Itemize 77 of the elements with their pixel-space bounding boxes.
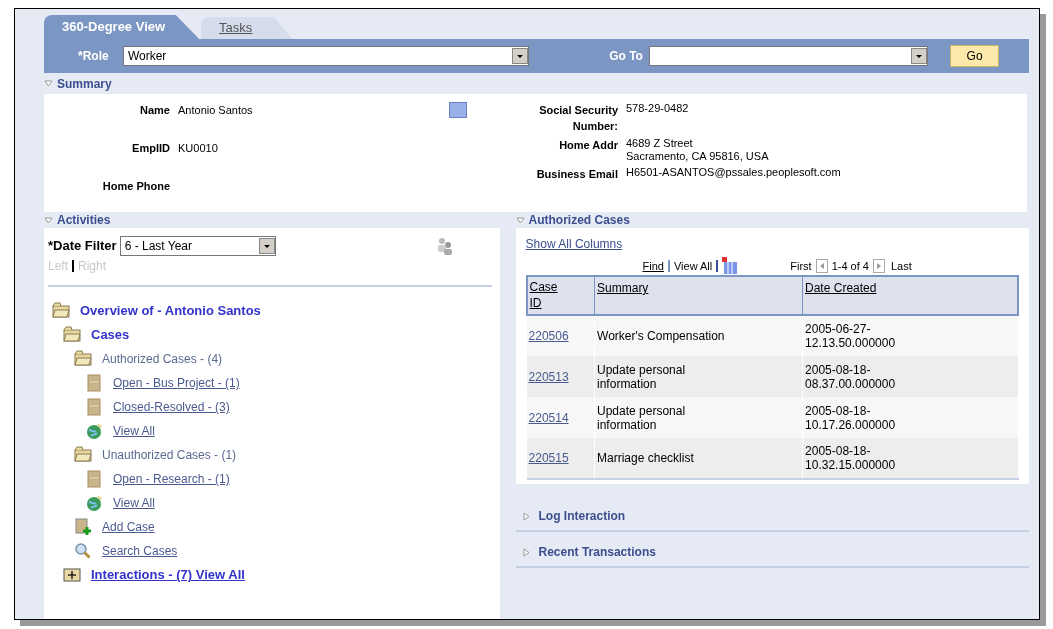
tab[interactable]: Tasks: [201, 17, 293, 39]
date-filter-dropdown[interactable]: 6 - Last Year: [119, 236, 276, 256]
expand-triangle-icon[interactable]: [521, 547, 531, 557]
folder-icon: [74, 446, 92, 464]
globe-icon: [85, 494, 103, 512]
cases-heading[interactable]: Authorized Cases: [528, 211, 630, 229]
date-filter-label: *Date Filter: [48, 237, 117, 256]
expand-triangle-icon[interactable]: [515, 215, 525, 225]
document-icon: [85, 374, 103, 392]
field-label: Home Addr: [558, 138, 619, 153]
field-value: H6501-ASANTOS@pssales.peoplesoft.com: [626, 166, 842, 180]
add-document-icon: [74, 518, 92, 536]
field-value: 4689 Z Street Sacramento, CA 95816, USA: [626, 137, 770, 163]
view-all-link[interactable]: View All: [673, 257, 713, 275]
column-header[interactable]: Date Created: [805, 280, 877, 296]
table-cell: 2005-08-18- 08.37.00.000000: [805, 362, 896, 391]
table-cell: Update personal information: [597, 403, 686, 432]
tree-item[interactable]: View All: [113, 422, 155, 440]
go-button[interactable]: Go: [950, 45, 999, 67]
section-heading[interactable]: Log Interaction: [538, 507, 626, 525]
tree-item[interactable]: View All: [113, 494, 155, 512]
folder-icon: [74, 350, 92, 368]
field-value: 578-29-0482: [626, 102, 690, 116]
people-icon[interactable]: [436, 236, 454, 256]
last-label: Last: [890, 258, 912, 274]
case-id-link[interactable]: 220513: [528, 369, 569, 384]
field-label: EmplID: [131, 141, 171, 156]
folder-plus-icon: [63, 566, 81, 584]
field-label: Name: [139, 103, 171, 118]
summary-heading[interactable]: Summary: [57, 74, 112, 93]
role-label: *Role: [78, 48, 110, 65]
section-heading[interactable]: Recent Transactions: [538, 543, 656, 561]
first-label: First: [790, 258, 812, 274]
expand-triangle-icon[interactable]: [44, 79, 53, 88]
goto-label: Go To: [609, 48, 643, 65]
search-icon: [74, 542, 92, 560]
page-range: 1-4 of 4: [831, 258, 869, 274]
field-value: Antonio Santos: [178, 103, 253, 118]
field-label: Business Email: [535, 167, 619, 182]
expand-triangle-icon[interactable]: [521, 511, 531, 521]
tree-item: Authorized Cases - (4): [102, 351, 223, 368]
show-all-columns-link[interactable]: Show All Columns: [525, 237, 623, 251]
find-link[interactable]: Find: [642, 257, 664, 275]
role-dropdown[interactable]: Worker: [122, 46, 530, 66]
expand-triangle-icon[interactable]: [44, 215, 53, 225]
column-header[interactable]: Case ID: [529, 279, 570, 311]
column-header[interactable]: Summary: [597, 280, 649, 296]
table-cell: Marriage checklist: [597, 451, 694, 465]
globe-icon: [85, 422, 103, 440]
table-cell: Update personal information: [597, 362, 686, 391]
table-cell: 2005-08-18- 10.17.26.000000: [805, 403, 896, 432]
case-id-link[interactable]: 220514: [528, 410, 569, 425]
folder-icon: [52, 302, 70, 320]
table-cell: Worker's Compensation: [597, 329, 725, 343]
table-cell: 2005-08-18- 10.32.15.000000: [805, 444, 896, 472]
tree-item[interactable]: Search Cases: [102, 542, 178, 560]
document-icon: [85, 470, 103, 488]
tree-item[interactable]: Overview of - Antonio Santos: [80, 301, 261, 321]
card-icon[interactable]: [449, 102, 467, 118]
tree-item[interactable]: Add Case: [102, 518, 155, 536]
tree-item[interactable]: Interactions - (7) View All: [91, 565, 245, 585]
case-id-link[interactable]: 220506: [528, 329, 569, 343]
document-icon: [85, 398, 103, 416]
grid-icon[interactable]: [722, 257, 739, 275]
tree-item[interactable]: Closed-Resolved - (3): [113, 398, 230, 416]
tree-item: Unauthorized Cases - (1): [102, 447, 237, 464]
folder-icon: [63, 326, 81, 344]
goto-dropdown[interactable]: [648, 46, 929, 66]
field-value: KU0010: [178, 141, 218, 156]
field-label: Social Security Number:: [538, 103, 619, 134]
table-cell: 2005-06-27- 12.13.50.000000: [805, 322, 896, 350]
tree-item[interactable]: Open - Bus Project - (1): [113, 374, 240, 392]
tree-item[interactable]: Cases: [91, 325, 130, 345]
case-id-link[interactable]: 220515: [528, 451, 569, 465]
field-label: Home Phone: [101, 179, 171, 194]
activities-heading[interactable]: Activities: [57, 211, 111, 229]
tree-item[interactable]: Open - Research - (1): [113, 470, 230, 488]
